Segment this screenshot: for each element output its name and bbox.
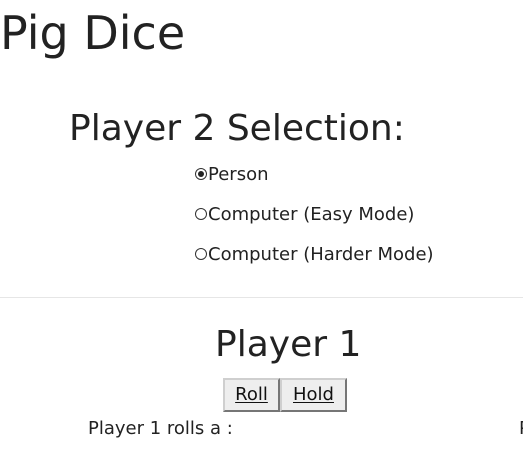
hold-button[interactable]: Hold [280, 378, 347, 412]
computer-easy-radio-option[interactable]: Computer (Easy Mode) [195, 203, 414, 225]
section-divider [0, 297, 523, 298]
player-2-selection-heading: Player 2 Selection: [69, 108, 405, 149]
pig-dice-page: Pig Dice Player 2 Selection: Person Comp… [0, 0, 523, 453]
page-title: Pig Dice [0, 6, 186, 60]
person-radio-option[interactable]: Person [195, 163, 269, 185]
player-action-buttons: Roll Hold [223, 378, 347, 412]
computer-harder-radio-option[interactable]: Computer (Harder Mode) [195, 243, 434, 265]
computer-harder-radio-label: Computer (Harder Mode) [208, 243, 434, 265]
roll-button[interactable]: Roll [223, 378, 280, 412]
player-1-heading: Player 1 [215, 324, 362, 365]
clipped-player-text: P [519, 418, 523, 440]
person-radio-label: Person [208, 163, 269, 185]
computer-easy-radio-button[interactable] [195, 208, 207, 220]
computer-harder-radio-button[interactable] [195, 248, 207, 260]
player-1-roll-status: Player 1 rolls a : [88, 418, 233, 439]
person-radio-button[interactable] [195, 168, 207, 180]
computer-easy-radio-label: Computer (Easy Mode) [208, 203, 415, 225]
